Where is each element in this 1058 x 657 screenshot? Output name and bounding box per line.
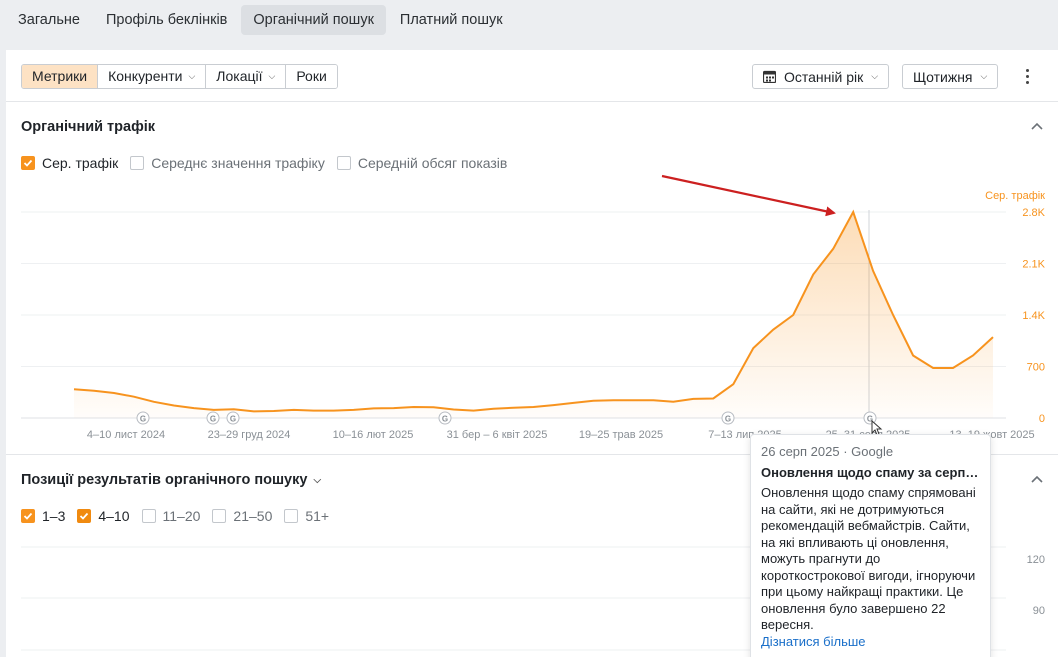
tab-organic-search[interactable]: Органічний пошук bbox=[241, 5, 386, 35]
annotation-arrow bbox=[661, 174, 836, 217]
checkbox-label: 4–10 bbox=[98, 508, 130, 524]
checkbox-unchecked bbox=[141, 509, 156, 523]
tab-overview[interactable]: Загальне bbox=[6, 5, 92, 35]
chevron-down-icon: ⌵ bbox=[313, 474, 322, 486]
checkbox-label: 21–50 bbox=[233, 508, 273, 524]
positions-y-tick: 120 bbox=[1027, 554, 1045, 566]
google-update-tooltip: 26 серп 2025 · Google Оновлення щодо спа… bbox=[750, 434, 991, 657]
google-update-marker[interactable]: G bbox=[721, 411, 735, 425]
checkbox-checked bbox=[77, 509, 92, 523]
x-tick-label: 31 бер – 6 квіт 2025 bbox=[447, 429, 548, 441]
tooltip-title: Оновлення щодо спаму за серпень 2025 bbox=[761, 465, 980, 480]
positions-y-tick: 90 bbox=[1033, 605, 1045, 617]
checkbox-pos-4-10[interactable]: 4–10 bbox=[77, 508, 130, 524]
checkbox-pos-11-20[interactable]: 11–20 bbox=[141, 508, 201, 524]
y-tick-label: 2.8K bbox=[1022, 207, 1045, 219]
y-tick-label: 2.1K bbox=[1022, 259, 1045, 271]
top-tabs: Загальне Профіль беклінків Органічний по… bbox=[0, 0, 1058, 40]
checkbox-label: 51+ bbox=[305, 508, 330, 524]
y-axis-title: Сер. трафік bbox=[985, 190, 1045, 202]
chevron-up-icon[interactable] bbox=[1030, 473, 1044, 487]
tooltip-date: 26 серп 2025 · Google bbox=[761, 444, 894, 459]
main-panel: Метрики Конкуренти ⌵ Локації ⌵ Роки Останн… bbox=[6, 50, 1058, 657]
positions-checkboxes: 1–3 4–10 11–20 21–50 51+ bbox=[21, 508, 341, 524]
google-update-label: G bbox=[140, 415, 146, 424]
positions-title-text: Позиції результатів органічного пошуку bbox=[21, 472, 308, 488]
tab-backlink-profile[interactable]: Профіль беклінків bbox=[94, 5, 239, 35]
x-tick-label: 19–25 трав 2025 bbox=[579, 429, 663, 441]
positions-section-title[interactable]: Позиції результатів органічного пошуку ⌵ bbox=[21, 472, 321, 488]
google-update-marker[interactable]: G bbox=[438, 411, 452, 425]
positions-y-labels: 120 90 bbox=[1027, 554, 1045, 617]
google-update-label: G bbox=[725, 415, 731, 424]
google-update-label: G bbox=[210, 415, 216, 424]
y-tick-label: 700 bbox=[1027, 362, 1045, 374]
checkbox-unchecked bbox=[212, 509, 227, 523]
checkbox-pos-1-3[interactable]: 1–3 bbox=[21, 508, 65, 524]
google-update-marker[interactable]: G bbox=[863, 411, 877, 425]
learn-more-link[interactable]: Дізнатися більше bbox=[761, 634, 980, 649]
tab-paid-search[interactable]: Платний пошук bbox=[388, 5, 515, 35]
y-tick-label: 0 bbox=[1039, 413, 1045, 425]
y-tick-label: 1.4K bbox=[1022, 310, 1045, 322]
checkbox-label: 11–20 bbox=[162, 508, 201, 524]
google-update-marker[interactable]: G bbox=[206, 411, 220, 425]
tooltip-body: Оновлення щодо спаму спрямовані на сайти… bbox=[761, 485, 976, 632]
checkbox-pos-51-plus[interactable]: 51+ bbox=[284, 508, 329, 524]
x-tick-label: 10–16 лют 2025 bbox=[333, 429, 414, 441]
google-update-marker[interactable]: G bbox=[136, 411, 150, 425]
google-update-label: G bbox=[442, 415, 448, 424]
x-tick-label: 4–10 лист 2024 bbox=[87, 429, 165, 441]
checkbox-pos-21-50[interactable]: 21–50 bbox=[212, 508, 272, 524]
checkbox-label: 1–3 bbox=[42, 508, 66, 524]
checkbox-unchecked bbox=[284, 509, 299, 523]
x-tick-label: 23–29 груд 2024 bbox=[208, 429, 291, 441]
google-update-marker[interactable]: G bbox=[226, 411, 240, 425]
checkbox-checked bbox=[21, 509, 35, 523]
y-axis-labels: 2.8K 2.1K 1.4K 700 0 bbox=[1022, 207, 1045, 425]
google-update-label: G bbox=[230, 415, 236, 424]
